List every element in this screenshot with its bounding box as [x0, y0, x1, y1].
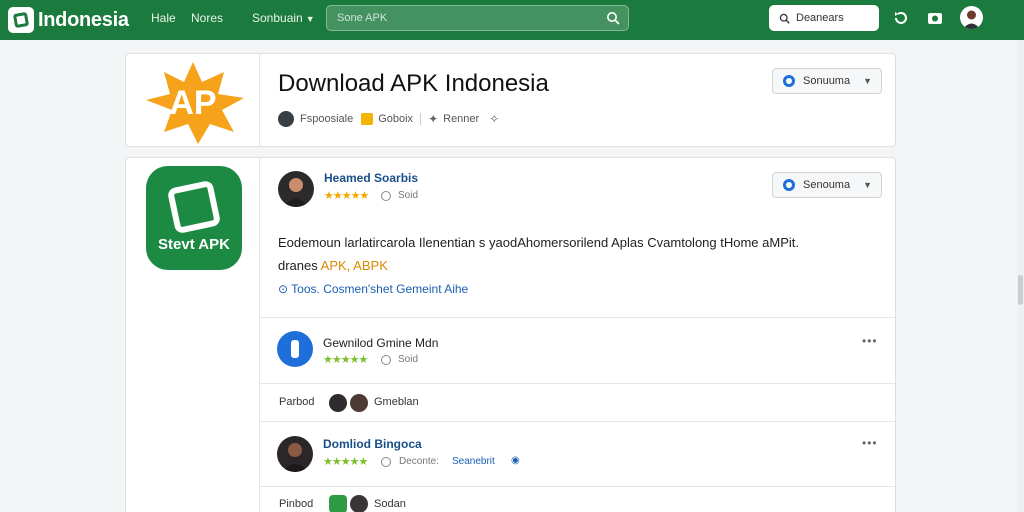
nav-dropdown-label: Sonbuain [252, 11, 303, 25]
post-body-line: dranes APK, ABPK [278, 254, 878, 277]
list-item-author[interactable]: Domliod Bingoca [323, 437, 422, 451]
list-item-title[interactable]: Gewnilod Gmine Mdn [323, 336, 438, 350]
rating-stars: ★★★★★ [323, 456, 368, 468]
post-body-line: Eodemoun larlatircarola Ilenentian s yao… [278, 235, 799, 250]
nav-home[interactable]: Hale [151, 11, 176, 25]
nav-dropdown[interactable]: Sonbuain ▼ [252, 11, 315, 25]
list-item-meta: Deconte: [399, 456, 440, 467]
post-link[interactable]: ⊙ Toos. Cosmen'shet Gemeint Aihe [278, 282, 468, 296]
more-options-icon[interactable]: ••• [862, 334, 878, 348]
post-link-label: Toos. Cosmen'shet Gemeint Aihe [291, 282, 469, 296]
clock-icon [381, 355, 391, 365]
divider [420, 113, 422, 125]
list-item-meta-link[interactable]: Seanebrit [452, 456, 495, 467]
header-card: AP Download APK Indonesia Fspoosiale Gob… [125, 53, 896, 147]
clock-icon [381, 191, 391, 201]
footer-name[interactable]: Sodan [374, 498, 406, 510]
author-name[interactable]: Fspoosiale [300, 113, 353, 125]
list-item-footer: Parbod Gmeblan [260, 383, 895, 421]
avatar[interactable] [350, 495, 368, 512]
app-badge-icon[interactable] [329, 495, 347, 512]
search-input[interactable] [337, 10, 587, 26]
more-options-icon[interactable]: ••• [862, 436, 878, 450]
search-button-label: Deanears [796, 12, 844, 24]
camera-icon[interactable] [926, 9, 944, 27]
avatar[interactable] [350, 394, 368, 412]
verified-icon: ◉ [511, 455, 520, 466]
apk-sun-logo-icon: AP [146, 62, 244, 144]
rating-stars: ★★★★★ [324, 190, 369, 202]
page-title: Download APK Indonesia [278, 70, 549, 97]
search-bar[interactable] [326, 5, 629, 31]
footer-label: Pinbod [279, 498, 314, 510]
share-icon[interactable]: ✧ [489, 112, 499, 126]
search-button[interactable]: Deanears [769, 5, 879, 31]
tag-link[interactable]: APK, ABPK [321, 258, 388, 273]
site-logo[interactable]: Indonesia [8, 5, 129, 35]
top-navbar: Indonesia Hale Nores Sonbuain▼ Deanears [0, 0, 1024, 40]
search-icon [779, 13, 790, 24]
app-logo-cell: Stevt APK [126, 158, 260, 512]
logo-text: AP [169, 84, 216, 122]
post-card: Stevt APK Heamed Soarbis ★★★★★ Soid Seno… [125, 157, 896, 512]
badge-label: Goboix [378, 113, 414, 125]
post-author-avatar[interactable] [278, 171, 314, 207]
app-icon[interactable] [277, 331, 313, 367]
chevron-down-icon: ▼ [863, 180, 872, 190]
brand-name: Indonesia [38, 8, 129, 31]
post-dropdown[interactable]: Senouma ▼ [772, 172, 882, 198]
post-author-name[interactable]: Heamed Soarbis [324, 171, 418, 185]
rating-stars: ★★★★★ [323, 354, 368, 366]
pin-icon: ✦ [428, 112, 439, 126]
chevron-down-icon: ▼ [305, 14, 315, 24]
header-logo-cell: AP [126, 54, 260, 146]
chevron-down-icon: ▼ [863, 76, 872, 86]
post-count: Soid [398, 190, 419, 201]
list-item: Gewnilod Gmine Mdn ★★★★★ Soid ••• [260, 317, 895, 383]
refresh-icon[interactable] [892, 9, 910, 27]
body-prefix: dranes [278, 258, 318, 273]
list-item-count: Soid [398, 354, 419, 365]
author-avatar[interactable] [278, 111, 294, 127]
user-avatar[interactable] [960, 6, 983, 29]
app-glyph-icon [166, 179, 222, 234]
app-logo[interactable]: Stevt APK [146, 166, 242, 270]
app-logo-caption: Stevt APK [158, 235, 230, 253]
list-item-footer: Pinbod Sodan [260, 486, 895, 512]
filter-icon [783, 75, 795, 87]
nav-news[interactable]: Nores [191, 11, 223, 25]
footer-name[interactable]: Gmeblan [374, 396, 419, 408]
list-item: Domliod Bingoca ★★★★★ Deconte: Seanebrit… [260, 421, 895, 486]
scrollbar-thumb[interactable] [1018, 275, 1023, 305]
header-dropdown[interactable]: Sonuuma ▼ [772, 68, 882, 94]
header-meta: Fspoosiale Goboix ✦ Renner ✧ [278, 111, 504, 127]
author-avatar[interactable] [277, 436, 313, 472]
post-body: Eodemoun larlatircarola Ilenentian s yao… [278, 231, 878, 277]
dropdown-label: Senouma [803, 179, 851, 191]
search-icon[interactable] [606, 11, 620, 25]
footer-label: Parbod [279, 396, 315, 408]
badge-icon [361, 113, 374, 125]
pin-label[interactable]: Renner [443, 113, 479, 125]
dropdown-label: Sonuuma [803, 75, 851, 87]
avatar[interactable] [329, 394, 347, 412]
logo-icon [8, 7, 34, 33]
filter-icon [783, 179, 795, 191]
clock-icon [381, 457, 391, 467]
